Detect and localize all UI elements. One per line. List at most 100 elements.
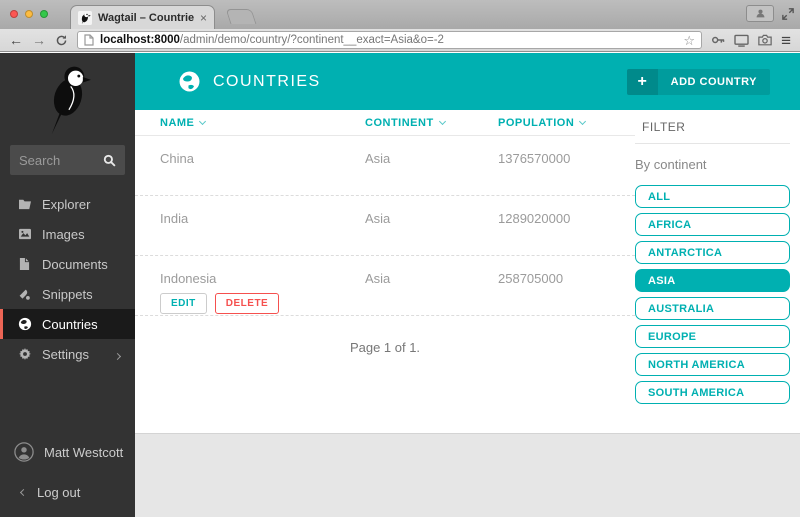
column-label: NAME	[160, 116, 195, 129]
url-path: /admin/demo/country/?continent__exact=As…	[179, 34, 444, 46]
cell-name[interactable]: China	[160, 151, 365, 166]
filter-option-asia[interactable]: ASIA	[635, 269, 790, 292]
cell-continent: Asia	[365, 271, 391, 286]
tab-title: Wagtail – Countries	[98, 11, 194, 24]
window-minimize-button[interactable]	[25, 10, 33, 18]
window-zoom-button[interactable]	[40, 10, 48, 18]
tab-close-icon[interactable]: ×	[200, 11, 207, 25]
cell-population: 1376570000	[498, 151, 571, 166]
sidebar-item-images[interactable]: Images	[0, 219, 135, 249]
filter-option-europe[interactable]: EUROPE	[635, 325, 790, 348]
table-row-indonesia[interactable]: Indonesia Asia 258705000 EDIT DELETE	[135, 256, 635, 316]
snippet-icon	[17, 288, 32, 301]
filter-option-antarctica[interactable]: ANTARCTICA	[635, 241, 790, 264]
table-row-china[interactable]: China Asia 1376570000	[135, 136, 635, 196]
avatar-icon	[14, 442, 34, 462]
sidebar-item-countries[interactable]: Countries	[0, 309, 135, 339]
chrome-profile-button[interactable]	[746, 5, 774, 22]
sidebar-footer: Matt Westcott Log out	[0, 435, 135, 517]
search-input[interactable]	[19, 152, 97, 168]
row-actions: EDIT DELETE	[160, 293, 280, 314]
logout-button[interactable]: Log out	[0, 477, 135, 507]
image-icon	[17, 228, 32, 240]
new-tab-button[interactable]	[225, 9, 257, 24]
filter-option-south-america[interactable]: SOUTH AMERICA	[635, 381, 790, 404]
wagtail-logo	[0, 53, 135, 139]
country-listing: NAME CONTINENT POPULATION China Asia 137…	[135, 110, 635, 433]
sidebar-item-label: Images	[42, 226, 85, 242]
content-footer-area	[135, 433, 800, 517]
chrome-menu-icon[interactable]: ≡	[781, 32, 791, 49]
table-header: NAME CONTINENT POPULATION	[135, 110, 635, 136]
plus-icon: +	[626, 68, 658, 95]
sidebar-search[interactable]	[10, 145, 125, 175]
url-bar[interactable]: localhost:8000/admin/demo/country/?conti…	[77, 31, 703, 49]
sort-chevron-icon	[438, 117, 446, 126]
column-label: POPULATION	[498, 116, 575, 129]
account-menu[interactable]: Matt Westcott	[0, 435, 135, 469]
window-controls	[10, 10, 48, 18]
url-text: localhost:8000/admin/demo/country/?conti…	[100, 34, 444, 46]
add-country-button[interactable]: + ADD COUNTRY	[626, 68, 770, 95]
sidebar-item-label: Snippets	[42, 286, 93, 302]
column-label: CONTINENT	[365, 116, 434, 129]
url-host: localhost:8000	[100, 34, 180, 46]
fullscreen-expand-icon[interactable]	[782, 7, 794, 20]
table-row-india[interactable]: India Asia 1289020000	[135, 196, 635, 256]
filter-group-label: By continent	[635, 157, 707, 172]
cell-population: 258705000	[498, 271, 564, 286]
filter-option-africa[interactable]: AFRICA	[635, 213, 790, 236]
sort-chevron-icon	[199, 117, 207, 126]
globe-icon	[17, 317, 32, 331]
cast-extension-icon[interactable]	[734, 34, 749, 47]
browser-tab[interactable]: Wagtail – Countries ×	[70, 5, 215, 29]
sidebar-item-documents[interactable]: Documents	[0, 249, 135, 279]
filter-option-north-america[interactable]: NORTH AMERICA	[635, 353, 790, 376]
browser-tabstrip: Wagtail – Countries ×	[0, 0, 800, 29]
edit-button[interactable]: EDIT	[160, 293, 207, 314]
column-header-name[interactable]: NAME	[160, 117, 365, 129]
browser-window: Wagtail – Countries × ← → localhost:8000…	[0, 0, 800, 517]
forward-button[interactable]: →	[32, 33, 46, 47]
filter-option-all[interactable]: ALL	[635, 185, 790, 208]
sidebar-item-explorer[interactable]: Explorer	[0, 189, 135, 219]
filter-option-australia[interactable]: AUSTRALIA	[635, 297, 790, 320]
cell-continent: Asia	[365, 211, 391, 226]
filter-panel: FILTER By continent ALL AFRICA ANTARCTIC…	[635, 110, 790, 433]
folder-icon	[17, 198, 32, 210]
cell-name[interactable]: India	[160, 211, 365, 226]
person-icon	[755, 8, 766, 19]
page-title: COUNTRIES	[213, 72, 321, 90]
sidebar: Explorer Images Documents	[0, 53, 135, 517]
delete-button[interactable]: DELETE	[214, 293, 280, 314]
sidebar-nav: Explorer Images Documents Snippets Count…	[0, 189, 135, 369]
sort-chevron-icon	[579, 117, 587, 126]
add-country-label: ADD COUNTRY	[657, 68, 770, 95]
wagtail-favicon	[78, 10, 92, 25]
key-extension-icon[interactable]	[711, 33, 725, 47]
cell-name[interactable]: Indonesia	[160, 271, 365, 286]
window-close-button[interactable]	[10, 10, 18, 18]
logout-label: Log out	[37, 484, 81, 500]
camera-extension-icon[interactable]	[758, 34, 772, 46]
column-header-continent[interactable]: CONTINENT	[365, 117, 498, 129]
bookmark-star-icon[interactable]: ☆	[683, 34, 695, 47]
cell-continent: Asia	[365, 151, 391, 166]
search-icon[interactable]	[103, 154, 116, 167]
filter-title: FILTER	[635, 110, 790, 144]
reload-button[interactable]	[55, 34, 68, 47]
gear-icon	[17, 347, 32, 361]
back-button[interactable]: ←	[9, 33, 23, 47]
sidebar-item-label: Documents	[42, 256, 108, 272]
pagination-text: Page 1 of 1.	[349, 340, 421, 355]
chevron-right-icon	[113, 347, 122, 362]
sidebar-item-snippets[interactable]: Snippets	[0, 279, 135, 309]
chevron-left-icon	[19, 488, 28, 496]
document-icon	[17, 257, 32, 271]
cell-population: 1289020000	[498, 211, 571, 226]
column-header-population[interactable]: POPULATION	[498, 117, 635, 129]
main-area: COUNTRIES + ADD COUNTRY NAME CONTINENT P…	[135, 53, 800, 517]
sidebar-item-settings[interactable]: Settings	[0, 339, 135, 369]
globe-header-icon	[179, 71, 200, 92]
page-header: COUNTRIES + ADD COUNTRY	[135, 53, 800, 110]
